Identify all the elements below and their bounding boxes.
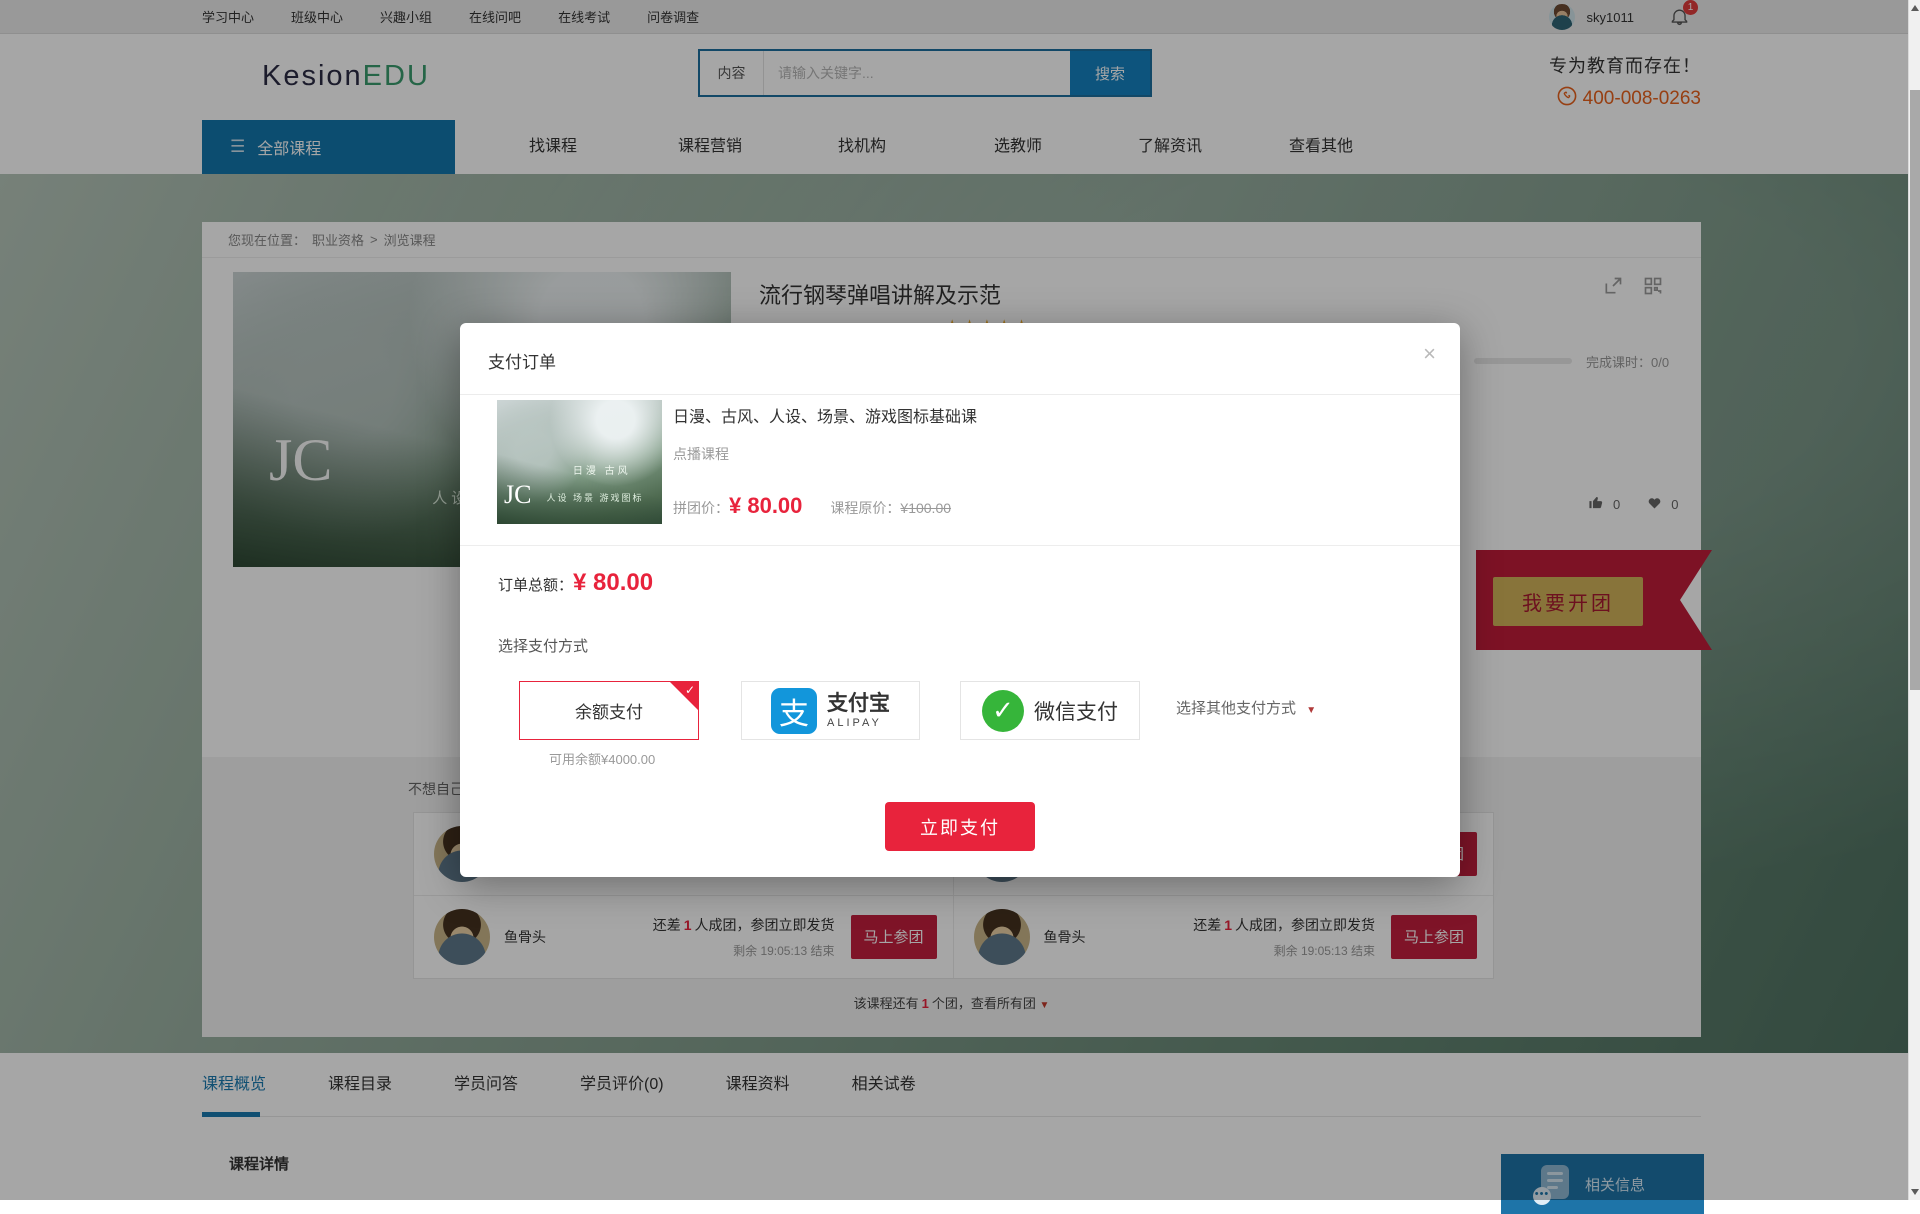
alipay-label-en: ALIPAY xyxy=(827,717,890,729)
wechat-pay-label: 微信支付 xyxy=(1034,696,1118,726)
thumb-caption-1: 日漫 古风 xyxy=(573,462,631,477)
available-balance: 可用余额¥4000.00 xyxy=(549,749,655,768)
payment-option-alipay[interactable]: 支 支付宝 ALIPAY xyxy=(741,681,920,740)
modal-divider xyxy=(460,545,1460,546)
scrollbar[interactable] xyxy=(1908,0,1920,1200)
scrollbar-thumb[interactable] xyxy=(1910,90,1920,690)
order-total-value: ¥ 80.00 xyxy=(573,569,653,597)
modal-course-type: 点播课程 xyxy=(673,444,729,464)
balance-pay-label: 余额支付 xyxy=(575,698,643,723)
modal-course-thumbnail: JC 日漫 古风 人设 场景 游戏图标 xyxy=(497,400,662,524)
scrollbar-up-arrow-icon[interactable] xyxy=(1911,5,1919,11)
other-payment-methods[interactable]: 选择其他支付方式 ▼ xyxy=(1176,697,1316,718)
close-icon[interactable]: × xyxy=(1423,343,1436,365)
wechat-pay-icon: ✓ xyxy=(982,690,1024,732)
order-total-label: 订单总额： xyxy=(498,574,573,595)
modal-header: 支付订单 × xyxy=(460,323,1460,395)
pay-now-button[interactable]: 立即支付 xyxy=(885,802,1035,851)
scrollbar-down-arrow-icon[interactable] xyxy=(1911,1189,1919,1195)
payment-option-balance[interactable]: 余额支付 ✓ xyxy=(519,681,699,740)
other-payment-label: 选择其他支付方式 xyxy=(1176,700,1296,717)
alipay-icon: 支 xyxy=(771,688,817,734)
alipay-label-cn: 支付宝 xyxy=(827,693,890,714)
chevron-down-icon: ▼ xyxy=(1306,705,1316,716)
payment-method-label: 选择支付方式 xyxy=(498,635,588,656)
payment-option-wechat[interactable]: ✓ 微信支付 xyxy=(960,681,1140,740)
modal-title: 支付订单 xyxy=(488,348,556,373)
original-price-label: 课程原价： xyxy=(830,498,900,518)
check-icon: ✓ xyxy=(685,683,695,697)
modal-course-name: 日漫、古风、人设、场景、游戏图标基础课 xyxy=(673,403,977,427)
group-price-value: ¥ 80.00 xyxy=(729,493,802,519)
original-price-value: ¥100.00 xyxy=(900,500,951,516)
payment-modal: 支付订单 × JC 日漫 古风 人设 场景 游戏图标 日漫、古风、人设、场景、游… xyxy=(460,323,1460,877)
thumb-caption-2: 人设 场景 游戏图标 xyxy=(547,491,644,504)
group-price-label: 拼团价： xyxy=(673,498,729,518)
thumb-watermark: JC xyxy=(504,480,531,510)
